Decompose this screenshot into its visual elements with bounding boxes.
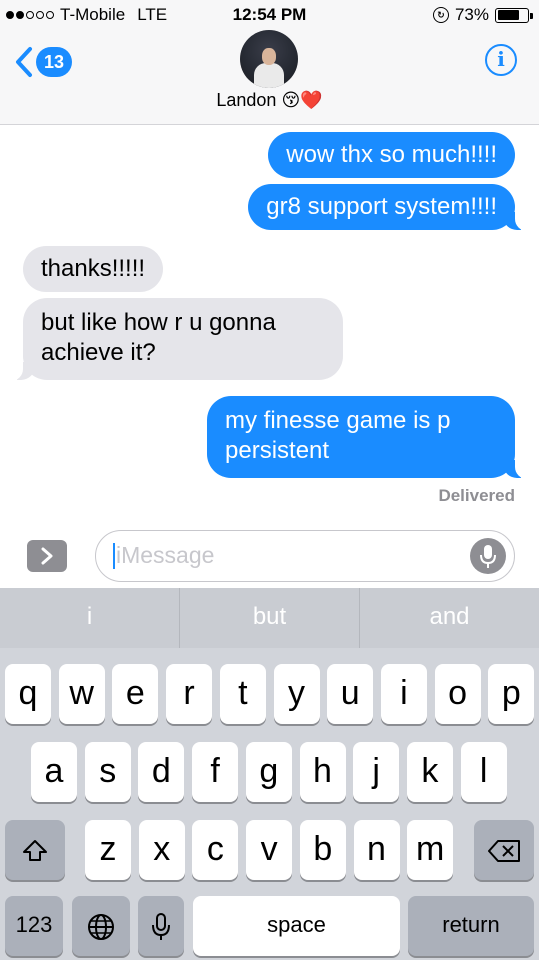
key-p[interactable]: p (488, 664, 535, 724)
delivery-status: Delivered (438, 486, 515, 505)
key-o[interactable]: o (434, 664, 481, 724)
key-u[interactable]: u (327, 664, 374, 724)
suggestion-1[interactable]: i (0, 588, 179, 648)
text-caret (113, 543, 115, 569)
key-c[interactable]: c (192, 820, 239, 880)
key-z[interactable]: z (85, 820, 131, 880)
dictation-button[interactable] (470, 538, 506, 574)
microphone-icon (480, 545, 496, 568)
apps-button[interactable] (27, 540, 67, 572)
space-key[interactable]: space (193, 896, 400, 956)
chevron-right-icon (41, 547, 53, 565)
dictation-key[interactable] (138, 896, 184, 956)
message-bubble-incoming[interactable]: thanks!!!!! (23, 246, 164, 292)
key-k[interactable]: k (406, 742, 453, 802)
key-n[interactable]: n (353, 820, 400, 880)
message-bubble-outgoing[interactable]: my finesse game is p persistent (207, 396, 531, 479)
suggestion-3[interactable]: and (360, 588, 539, 648)
compose-bar: iMessage (0, 526, 539, 588)
battery-percent: 73% (454, 5, 489, 24)
key-b[interactable]: b (299, 820, 346, 880)
key-q[interactable]: q (5, 664, 51, 724)
key-x[interactable]: x (138, 820, 185, 880)
backspace-icon (488, 840, 520, 863)
keyboard: i but and qwertyuiop asdfghjkl zxcvbnm 1… (0, 588, 539, 960)
predictive-bar: i but and (0, 588, 539, 648)
message-input-placeholder: iMessage (116, 542, 215, 568)
numbers-key[interactable]: 123 (5, 896, 63, 956)
key-v[interactable]: v (246, 820, 293, 880)
conversation-header: 13 Landon 😚❤️ i (0, 30, 539, 125)
chevron-left-icon (16, 47, 32, 77)
message-bubble-incoming[interactable]: but like how r u gonna achieve it? (7, 298, 343, 381)
key-e[interactable]: e (112, 664, 159, 724)
message-text: but like how r u gonna achieve it? (41, 309, 276, 366)
key-t[interactable]: t (219, 664, 266, 724)
avatar[interactable] (240, 30, 298, 88)
globe-icon (88, 914, 114, 941)
battery-info: ↻ 73% (432, 5, 533, 25)
key-l[interactable]: l (460, 742, 507, 802)
microphone-icon (152, 913, 170, 941)
message-bubble-outgoing[interactable]: wow thx so much!!!! (268, 132, 515, 178)
key-i[interactable]: i (380, 664, 427, 724)
unread-count-badge: 13 (36, 47, 73, 77)
key-a[interactable]: a (31, 742, 77, 802)
key-y[interactable]: y (273, 664, 320, 724)
key-j[interactable]: j (353, 742, 400, 802)
key-w[interactable]: w (58, 664, 105, 724)
contact-name[interactable]: Landon 😚❤️ (0, 90, 539, 111)
key-d[interactable]: d (138, 742, 185, 802)
key-m[interactable]: m (407, 820, 454, 880)
shift-key[interactable] (5, 820, 65, 880)
key-r[interactable]: r (166, 664, 213, 724)
key-g[interactable]: g (245, 742, 292, 802)
info-button[interactable]: i (485, 44, 517, 76)
delete-key[interactable] (474, 820, 534, 880)
globe-key[interactable] (72, 896, 130, 956)
suggestion-2[interactable]: but (180, 588, 359, 648)
key-h[interactable]: h (299, 742, 346, 802)
key-f[interactable]: f (192, 742, 239, 802)
status-bar: T-Mobile LTE 12:54 PM ↻ 73% (0, 0, 539, 30)
return-key[interactable]: return (408, 896, 534, 956)
message-text: gr8 support system!!!! (266, 193, 497, 220)
message-input[interactable]: iMessage (95, 530, 515, 582)
message-list: wow thx so much!!!! gr8 support system!!… (0, 126, 539, 526)
battery-icon (495, 7, 533, 23)
key-s[interactable]: s (84, 742, 131, 802)
message-text: my finesse game is p persistent (225, 407, 451, 464)
back-button[interactable]: 13 (14, 46, 73, 78)
rotation-lock-icon: ↻ (432, 7, 449, 23)
shift-icon (23, 840, 47, 862)
message-bubble-outgoing[interactable]: gr8 support system!!!! (248, 184, 531, 231)
